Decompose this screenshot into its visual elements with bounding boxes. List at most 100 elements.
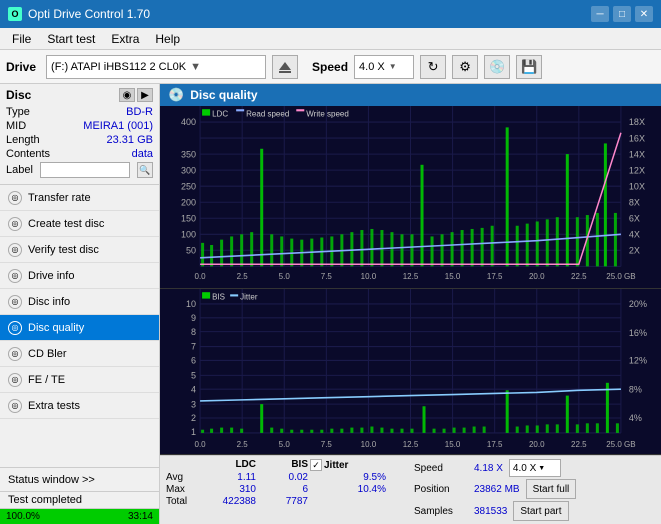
samples-label: Samples [414,506,468,517]
content-header-title: Disc quality [190,88,257,102]
speed-dropdown-icon: ▼ [389,62,397,71]
app-icon: O [8,7,22,21]
svg-text:7.5: 7.5 [321,439,333,448]
position-label: Position [414,484,468,495]
svg-text:250: 250 [181,181,196,191]
svg-text:10.0: 10.0 [361,272,377,281]
jitter-checkbox[interactable]: ✓ [310,459,322,471]
svg-text:17.5: 17.5 [487,439,503,448]
svg-text:22.5: 22.5 [571,272,587,281]
position-value: 23862 MB [474,484,520,495]
menu-extra[interactable]: Extra [103,30,147,48]
drive-value: (F:) ATAPI iHBS112 2 CL0K [51,61,186,73]
svg-text:12.5: 12.5 [403,272,419,281]
drive-label: Drive [6,60,36,74]
maximize-button[interactable]: □ [613,6,631,22]
status-window-button[interactable]: Status window >> [0,468,159,492]
progress-text-overlay: 100.0% 33:14 [0,509,159,524]
drive-dropdown-icon: ▼ [190,61,201,73]
svg-text:8%: 8% [629,384,642,394]
svg-text:10: 10 [186,299,196,309]
sidebar-item-verify-test-disc[interactable]: ◎ Verify test disc [0,237,159,263]
svg-text:150: 150 [181,213,196,223]
speed-stat-dropdown[interactable]: 4.0 X ▼ [509,459,561,477]
drive-selector[interactable]: (F:) ATAPI iHBS112 2 CL0K ▼ [46,55,266,79]
sidebar-item-drive-info[interactable]: ◎ Drive info [0,263,159,289]
svg-text:400: 400 [181,117,196,127]
settings-button[interactable]: ⚙ [452,55,478,79]
save-button[interactable]: 💾 [516,55,542,79]
mid-label: MID [6,120,26,132]
svg-text:20%: 20% [629,299,647,309]
svg-text:Write speed: Write speed [306,109,349,118]
menu-file[interactable]: File [4,30,39,48]
svg-text:3: 3 [191,399,196,409]
label-input[interactable] [40,162,130,178]
stats-table: LDC BIS ✓ Jitter Avg 1.11 0.02 9.5% Max … [166,459,390,507]
main-layout: Disc ◉ ▶ Type BD-R MID MEIRA1 (001) Leng… [0,84,661,524]
svg-text:2.5: 2.5 [237,272,249,281]
drive-info-icon: ◎ [8,269,22,283]
start-full-button[interactable]: Start full [526,479,577,499]
content-header: 💿 Disc quality [160,84,661,106]
close-button[interactable]: ✕ [635,6,653,22]
top-chart-svg: 400 350 300 250 200 150 100 50 18X 16X 1… [160,106,661,288]
speed-selector[interactable]: 4.0 X ▼ [354,55,414,79]
svg-text:18X: 18X [629,117,646,127]
svg-text:4%: 4% [629,413,642,423]
svg-text:100: 100 [181,229,196,239]
progress-bar-container: 100.0% 33:14 [0,508,159,524]
disc-quality-icon: ◎ [8,321,22,335]
speed-stat-label: Speed [414,463,468,474]
menu-start-test[interactable]: Start test [39,30,103,48]
speed-value: 4.0 X [359,61,385,73]
jitter-header: Jitter [324,460,348,471]
progress-percent: 100.0% [6,511,40,522]
sidebar-item-create-test-disc[interactable]: ◎ Create test disc [0,211,159,237]
label-button[interactable]: 🔍 [137,162,153,178]
sidebar-item-disc-info[interactable]: ◎ Disc info [0,289,159,315]
disc-button[interactable]: 💿 [484,55,510,79]
minimize-button[interactable]: ─ [591,6,609,22]
svg-text:10X: 10X [629,181,646,191]
sidebar-item-transfer-rate[interactable]: ◎ Transfer rate [0,185,159,211]
menu-help[interactable]: Help [147,30,188,48]
max-label: Max [166,484,204,495]
svg-text:20.0: 20.0 [529,439,545,448]
sidebar-item-fe-te[interactable]: ◎ FE / TE [0,367,159,393]
drive-info-label: Drive info [28,270,74,282]
refresh-button[interactable]: ↻ [420,55,446,79]
svg-text:16X: 16X [629,133,646,143]
disc-icon-1[interactable]: ◉ [119,88,135,102]
total-label: Total [166,496,204,507]
eject-button[interactable] [272,55,298,79]
speed-label: Speed [312,60,348,74]
length-label: Length [6,134,40,146]
svg-text:16%: 16% [629,327,647,337]
svg-text:25.0 GB: 25.0 GB [606,272,636,281]
disc-info-icon: ◎ [8,295,22,309]
type-value: BD-R [126,106,153,118]
disc-info-label: Disc info [28,296,70,308]
speed-dropdown-arrow: ▼ [538,465,545,472]
ldc-max: 310 [206,484,256,495]
extra-tests-icon: ◎ [8,399,22,413]
fe-te-label: FE / TE [28,374,65,386]
svg-text:5: 5 [191,370,196,380]
samples-value: 381533 [474,506,507,517]
start-part-button[interactable]: Start part [513,501,568,521]
contents-label: Contents [6,148,50,160]
sidebar-item-disc-quality[interactable]: ◎ Disc quality [0,315,159,341]
svg-text:22.5: 22.5 [571,439,587,448]
svg-text:7.5: 7.5 [321,272,333,281]
svg-text:50: 50 [186,245,196,255]
svg-text:350: 350 [181,149,196,159]
verify-test-disc-icon: ◎ [8,243,22,257]
sidebar-item-cd-bler[interactable]: ◎ CD Bler [0,341,159,367]
disc-icon-2[interactable]: ▶ [137,88,153,102]
svg-text:6X: 6X [629,213,641,223]
sidebar-item-extra-tests[interactable]: ◎ Extra tests [0,393,159,419]
bis-max: 6 [258,484,308,495]
transfer-rate-icon: ◎ [8,191,22,205]
title-bar: O Opti Drive Control 1.70 ─ □ ✕ [0,0,661,28]
